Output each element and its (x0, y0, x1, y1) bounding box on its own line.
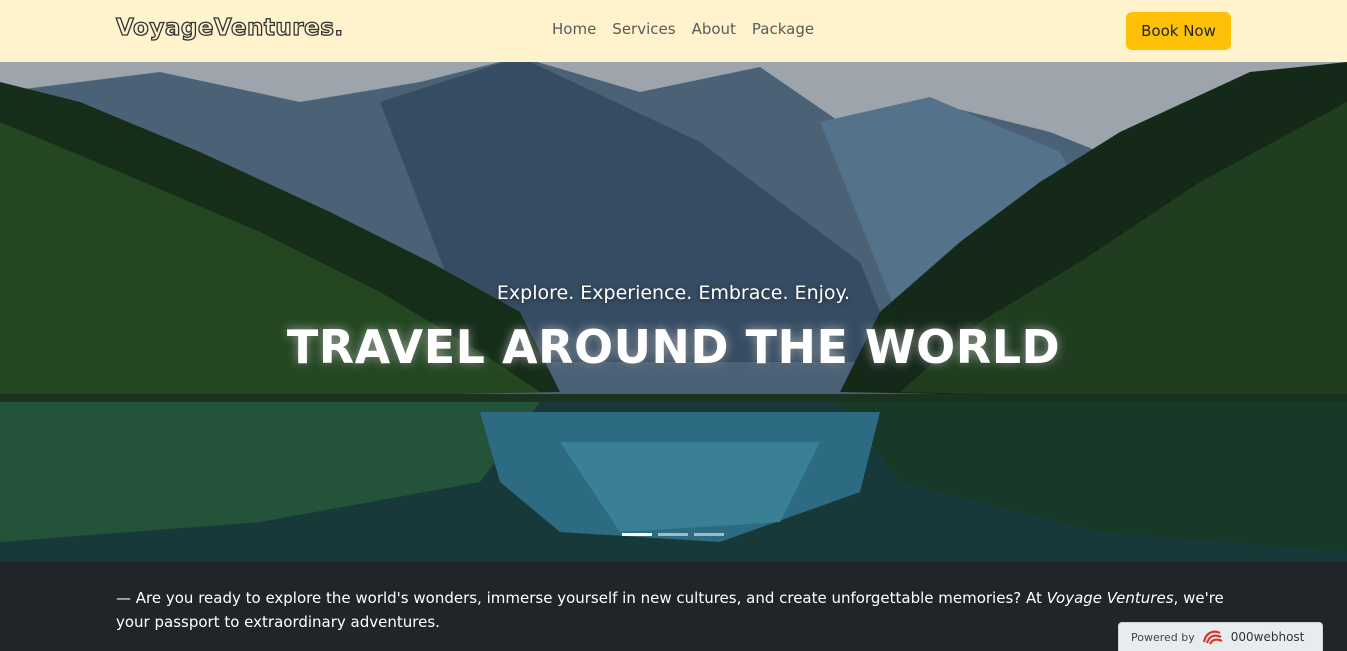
hero-subtitle: Explore. Experience. Embrace. Enjoy. (496, 282, 851, 304)
intro-paragraph: — Are you ready to explore the world's w… (116, 586, 1236, 634)
book-now-button[interactable]: Book Now (1126, 12, 1231, 50)
navbar: VoyageVentures. Home Services About Pack… (0, 0, 1347, 62)
carousel-indicator-3[interactable] (694, 533, 724, 536)
powered-by-badge[interactable]: Powered by 000webhost (1118, 622, 1323, 651)
carousel-indicators (622, 533, 724, 536)
badge-powered-label: Powered by (1131, 630, 1195, 644)
nav-link-about[interactable]: About (692, 20, 736, 38)
nav-link-home[interactable]: Home (552, 20, 596, 38)
carousel-indicator-1[interactable] (622, 533, 652, 536)
intro-brand-name: Voyage Ventures (1046, 589, 1174, 607)
hero-background-image (0, 62, 1347, 562)
badge-name: 000webhost (1230, 630, 1305, 644)
nav-links: Home Services About Package (552, 20, 814, 38)
hero-carousel[interactable]: Explore. Experience. Embrace. Enjoy. TRA… (0, 62, 1347, 562)
hero-title: TRAVEL AROUND THE WORLD (286, 320, 1061, 374)
nav-link-services[interactable]: Services (612, 20, 675, 38)
carousel-indicator-2[interactable] (658, 533, 688, 536)
000webhost-logo-icon (1202, 630, 1223, 645)
brand-logo[interactable]: VoyageVentures. (115, 14, 343, 41)
nav-link-package[interactable]: Package (752, 20, 814, 38)
intro-text-prefix: — Are you ready to explore the world's w… (116, 589, 1047, 607)
